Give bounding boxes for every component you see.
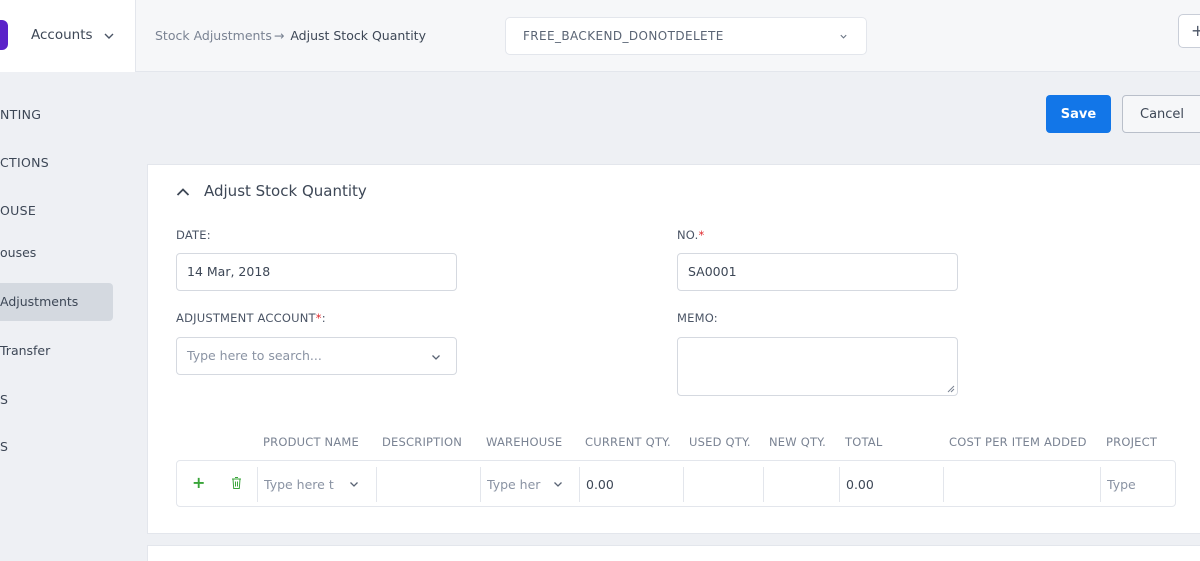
trash-icon[interactable] — [231, 476, 242, 490]
chevron-down-icon — [432, 355, 440, 360]
adjustment-account-placeholder: Type here to search... — [187, 348, 322, 363]
date-value: 14 Mar, 2018 — [187, 264, 271, 279]
add-new-button[interactable]: + — [1178, 14, 1200, 48]
sidebar-item-accounting[interactable]: NTING — [0, 107, 41, 122]
sidebar-item-section-1[interactable]: S — [0, 392, 8, 407]
adjust-stock-card: Adjust Stock Quantity DATE: 14 Mar, 2018… — [147, 164, 1200, 534]
cell-divider — [480, 467, 481, 502]
cell-divider — [376, 467, 377, 502]
app-switcher[interactable]: Accounts — [0, 0, 136, 72]
chevron-down-icon — [104, 33, 114, 39]
required-mark: * — [698, 228, 705, 242]
number-label: NO.* — [677, 228, 704, 242]
number-value: SA0001 — [688, 264, 737, 279]
breadcrumb-current: Adjust Stock Quantity — [290, 28, 426, 43]
memo-textarea[interactable] — [677, 337, 958, 396]
column-header-project: PROJECT — [1106, 435, 1158, 449]
warehouse-input[interactable]: Type her — [487, 477, 545, 492]
cell-divider — [1100, 467, 1101, 502]
sidebar: NTING CTIONS OUSE ouses Adjustments Tran… — [0, 72, 136, 561]
column-header-current-qty: CURRENT QTY. — [585, 435, 671, 449]
breadcrumb: Stock Adjustments → Adjust Stock Quantity — [155, 28, 426, 43]
sidebar-item-stock-adjustments[interactable]: Adjustments — [0, 294, 78, 309]
table-row: + Type here t Type her 0.00 0.00 Type — [176, 460, 1176, 507]
organization-select-value: FREE_BACKEND_DONOTDELETE — [523, 29, 724, 43]
organization-select[interactable]: FREE_BACKEND_DONOTDELETE — [505, 17, 867, 55]
resize-grip-icon[interactable] — [947, 385, 955, 393]
number-field[interactable]: SA0001 — [677, 253, 958, 291]
cancel-button[interactable]: Cancel — [1122, 95, 1200, 133]
date-field[interactable]: 14 Mar, 2018 — [176, 253, 457, 291]
label-colon: : — [321, 311, 326, 325]
secondary-card — [147, 545, 1200, 561]
chevron-down-icon — [840, 34, 847, 39]
column-header-warehouse: WAREHOUSE — [486, 435, 563, 449]
add-row-icon[interactable]: + — [192, 475, 205, 491]
cell-divider — [579, 467, 580, 502]
cell-divider — [839, 467, 840, 502]
sidebar-item-section-2[interactable]: S — [0, 439, 8, 454]
column-header-new-qty: NEW QTY. — [769, 435, 826, 449]
current-qty-value: 0.00 — [586, 477, 614, 492]
column-header-total: TOTAL — [845, 435, 883, 449]
column-header-description: DESCRIPTION — [382, 435, 463, 449]
sidebar-item-warehouse[interactable]: OUSE — [0, 203, 36, 218]
product-name-input[interactable]: Type here t — [264, 477, 340, 492]
number-label-text: NO. — [677, 228, 699, 242]
column-header-product-name: PRODUCT NAME — [263, 435, 360, 449]
app-logo — [0, 20, 8, 50]
sidebar-item-warehouses[interactable]: ouses — [0, 245, 36, 260]
cell-divider — [257, 467, 258, 502]
sidebar-item-transactions[interactable]: CTIONS — [0, 155, 49, 170]
cell-divider — [683, 467, 684, 502]
cell-divider — [763, 467, 764, 502]
adjustment-account-label: ADJUSTMENT ACCOUNT*: — [176, 311, 326, 325]
memo-label: MEMO: — [677, 311, 718, 325]
sidebar-item-stock-transfer[interactable]: Transfer — [0, 343, 50, 358]
card-title: Adjust Stock Quantity — [204, 182, 367, 200]
project-input[interactable]: Type — [1107, 477, 1139, 492]
plus-icon: + — [1191, 21, 1200, 40]
app-name: Accounts — [31, 27, 93, 43]
cell-divider — [943, 467, 944, 502]
adjustment-account-select[interactable]: Type here to search... — [176, 337, 457, 375]
date-label: DATE: — [176, 228, 211, 242]
breadcrumb-separator: → — [273, 28, 285, 43]
adjustment-account-label-text: ADJUSTMENT ACCOUNT — [176, 311, 316, 325]
total-value: 0.00 — [846, 477, 874, 492]
chevron-down-icon — [554, 482, 562, 487]
column-header-cost-per-item: COST PER ITEM ADDED — [949, 435, 1087, 449]
chevron-up-icon[interactable] — [176, 187, 190, 197]
breadcrumb-stock-adjustments[interactable]: Stock Adjustments — [155, 28, 272, 43]
chevron-down-icon — [350, 482, 358, 487]
column-header-used-qty: USED QTY. — [689, 435, 751, 449]
save-button[interactable]: Save — [1046, 95, 1111, 133]
top-bar: Accounts Stock Adjustments → Adjust Stock… — [0, 0, 1200, 72]
